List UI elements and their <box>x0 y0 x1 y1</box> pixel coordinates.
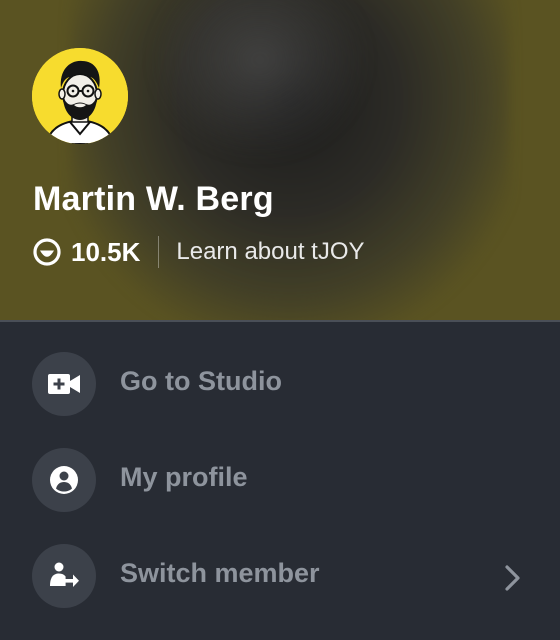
learn-about-link[interactable]: Learn about tJOY <box>176 238 364 266</box>
account-menu-panel: Martin W. Berg 10.5K Learn about tJOY Go… <box>0 0 560 640</box>
menu-icon-container <box>32 352 96 416</box>
switch-member-icon <box>50 562 79 587</box>
menu-item-label: Go to Studio <box>120 366 282 396</box>
menu-item-switch-member[interactable]: Switch member <box>0 528 560 624</box>
menu-item-go-to-studio[interactable]: Go to Studio <box>0 336 560 432</box>
header-backdrop-highlight <box>150 0 370 160</box>
stats-divider <box>158 236 160 268</box>
chevron-right-icon <box>505 565 520 591</box>
menu-item-my-profile[interactable]: My profile <box>0 432 560 528</box>
menu-item-label: My profile <box>120 462 248 492</box>
video-plus-icon <box>48 374 80 394</box>
user-name: Martin W. Berg <box>33 180 274 218</box>
points-row: 10.5K Learn about tJOY <box>33 234 365 270</box>
menu-icon-container <box>32 544 96 608</box>
account-circle-icon <box>50 466 78 494</box>
account-menu: Go to Studio My profile Switch member <box>0 322 560 640</box>
avatar-portrait-illustration <box>32 48 128 144</box>
smile-points-icon <box>33 238 61 266</box>
menu-item-label: Switch member <box>120 558 320 588</box>
points-count: 10.5K <box>71 236 141 267</box>
avatar[interactable] <box>32 48 128 144</box>
profile-header: Martin W. Berg 10.5K Learn about tJOY <box>0 0 560 320</box>
menu-icon-container <box>32 448 96 512</box>
